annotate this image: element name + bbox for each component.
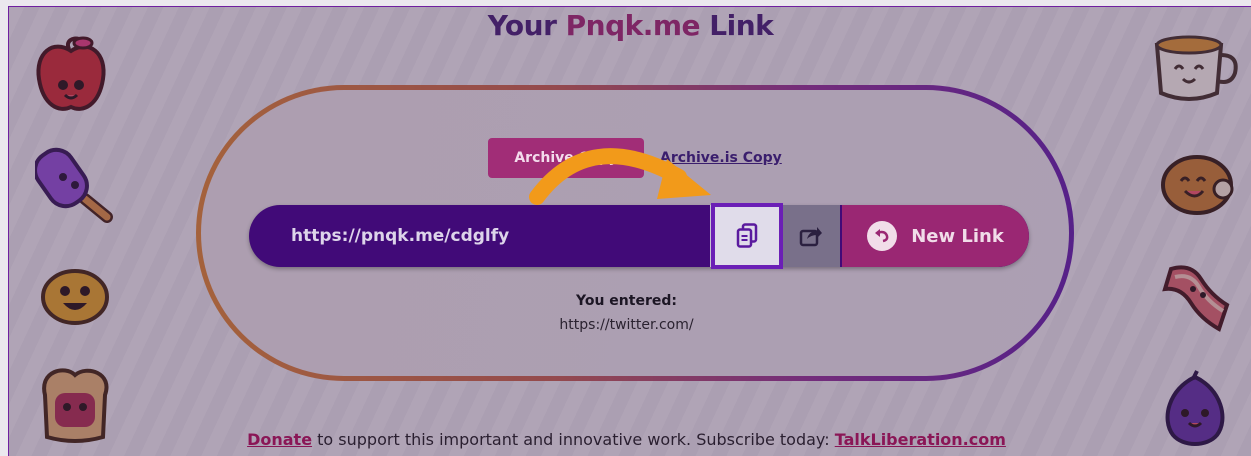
donut-sticker-icon <box>1161 155 1234 215</box>
page-background: Your Pnqk.me Link Archive Copy Archive.i… <box>8 6 1251 456</box>
share-button[interactable] <box>782 205 840 267</box>
share-icon <box>799 227 822 247</box>
copy-icon <box>736 223 758 248</box>
copy-button[interactable] <box>711 203 783 269</box>
donate-link[interactable]: Donate <box>247 430 312 449</box>
short-link-bar: https://pnqk.me/cdglfy New Link <box>249 205 1029 267</box>
page-title: Your Pnqk.me Link <box>9 9 1251 42</box>
title-suffix: Link <box>700 9 774 42</box>
talkliberation-link[interactable]: TalkLiberation.com <box>835 430 1006 449</box>
apple-sticker-icon <box>36 36 106 111</box>
footer-middle-text: to support this important and innovative… <box>312 430 835 449</box>
short-url-text[interactable]: https://pnqk.me/cdglfy <box>291 205 509 267</box>
popsicle-sticker-icon <box>35 147 113 223</box>
you-entered-label: You entered: <box>576 293 677 309</box>
undo-icon <box>867 221 898 251</box>
pointer-arrow-icon <box>529 148 711 205</box>
title-brand: Pnqk.me <box>565 9 701 42</box>
title-prefix: Your <box>487 9 566 42</box>
new-link-button[interactable]: New Link <box>842 205 1029 267</box>
you-entered-value: https://twitter.com/ <box>559 317 694 333</box>
footer-text: Donate to support this important and inn… <box>9 430 1251 449</box>
new-link-label: New Link <box>911 225 1004 247</box>
teacup-sticker-icon <box>1154 35 1238 101</box>
